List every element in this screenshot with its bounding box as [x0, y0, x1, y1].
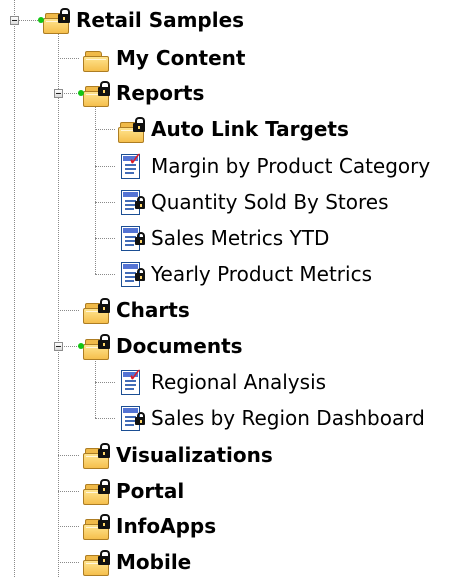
collapse-documents-icon[interactable] [54, 342, 63, 351]
tree-item-label: InfoApps [116, 514, 217, 538]
tree-item-label: Auto Link Targets [151, 117, 349, 141]
locked-folder-icon [82, 548, 110, 576]
checked-report-icon: ✓ [117, 151, 145, 180]
tree-item-label: Mobile [116, 550, 192, 574]
my-content-connector [58, 58, 79, 59]
sales-metrics-ytd-connector [95, 238, 115, 239]
connected-reports-indicator-icon [78, 90, 84, 96]
visualizations-connector [58, 455, 79, 456]
locked-folder-icon [82, 477, 110, 505]
folder-tree: Retail Samples My Content Reports Auto L… [0, 0, 460, 577]
tree-item-charts[interactable]: Charts [82, 293, 190, 327]
locked-report-icon [117, 188, 145, 216]
level-one-branch-line [58, 34, 59, 577]
connected-root-indicator-icon [38, 17, 44, 23]
tree-item-sales-by-region-dashboard[interactable]: Sales by Region Dashboard [117, 401, 425, 435]
yearly-product-metrics-connector [95, 274, 115, 275]
sales-by-region-dashboard-connector [95, 418, 115, 419]
tree-item-mobile[interactable]: Mobile [82, 545, 191, 579]
tree-item-label: Portal [116, 479, 185, 503]
tree-item-label: Sales Metrics YTD [151, 226, 330, 250]
tree-item-label: Visualizations [116, 443, 273, 467]
tree-item-quantity-sold-by-stores[interactable]: Quantity Sold By Stores [117, 185, 389, 219]
tree-item-margin-by-product-category[interactable]: ✓ Margin by Product Category [117, 149, 430, 183]
margin-by-product-category-connector [95, 166, 115, 167]
tree-item-label: Retail Samples [76, 8, 245, 32]
tree-item-yearly-product-metrics[interactable]: Yearly Product Metrics [117, 257, 372, 291]
collapse-reports-icon[interactable] [54, 89, 63, 98]
tree-item-label: Regional Analysis [151, 370, 327, 394]
documents-branch-line [95, 354, 96, 418]
tree-item-infoapps[interactable]: InfoApps [82, 509, 216, 543]
tree-item-regional-analysis[interactable]: ✓ Regional Analysis [117, 365, 326, 399]
tree-item-retail-samples[interactable]: Retail Samples [42, 3, 244, 37]
tree-item-auto-link-targets[interactable]: Auto Link Targets [117, 112, 349, 146]
charts-connector [58, 310, 79, 311]
locked-report-icon [117, 260, 145, 288]
tree-item-label: Documents [116, 334, 243, 358]
regional-analysis-connector [95, 382, 115, 383]
tree-item-label: Sales by Region Dashboard [151, 406, 425, 430]
locked-report-icon [117, 224, 145, 252]
locked-folder-icon [82, 332, 110, 360]
tree-item-portal[interactable]: Portal [82, 474, 184, 508]
tree-item-label: Quantity Sold By Stores [151, 190, 389, 214]
locked-folder-icon [82, 441, 110, 469]
locked-folder-icon [82, 512, 110, 540]
connected-documents-indicator-icon [78, 343, 84, 349]
locked-folder-icon [82, 79, 110, 107]
tree-item-label: My Content [116, 46, 246, 70]
tree-item-documents[interactable]: Documents [82, 329, 243, 363]
checked-report-icon: ✓ [117, 367, 145, 396]
locked-report-icon [117, 404, 145, 432]
tree-item-reports[interactable]: Reports [82, 76, 204, 110]
locked-folder-icon [42, 6, 70, 34]
tree-item-label: Reports [116, 81, 205, 105]
quantity-sold-by-stores-connector [95, 202, 115, 203]
locked-folder-icon [82, 296, 110, 324]
root-branch-line [14, 0, 15, 577]
tree-item-sales-metrics-ytd[interactable]: Sales Metrics YTD [117, 221, 329, 255]
tree-item-label: Margin by Product Category [151, 154, 431, 178]
tree-item-label: Charts [116, 298, 190, 322]
tree-item-visualizations[interactable]: Visualizations [82, 438, 273, 472]
auto-link-targets-connector [95, 129, 115, 130]
portal-connector [58, 491, 79, 492]
tree-item-label: Yearly Product Metrics [151, 262, 372, 286]
folder-icon [82, 44, 110, 72]
collapse-retail-samples-icon[interactable] [10, 16, 19, 25]
tree-item-my-content[interactable]: My Content [82, 41, 245, 75]
mobile-connector [58, 562, 79, 563]
locked-folder-icon [117, 115, 145, 143]
infoapps-connector [58, 526, 79, 527]
